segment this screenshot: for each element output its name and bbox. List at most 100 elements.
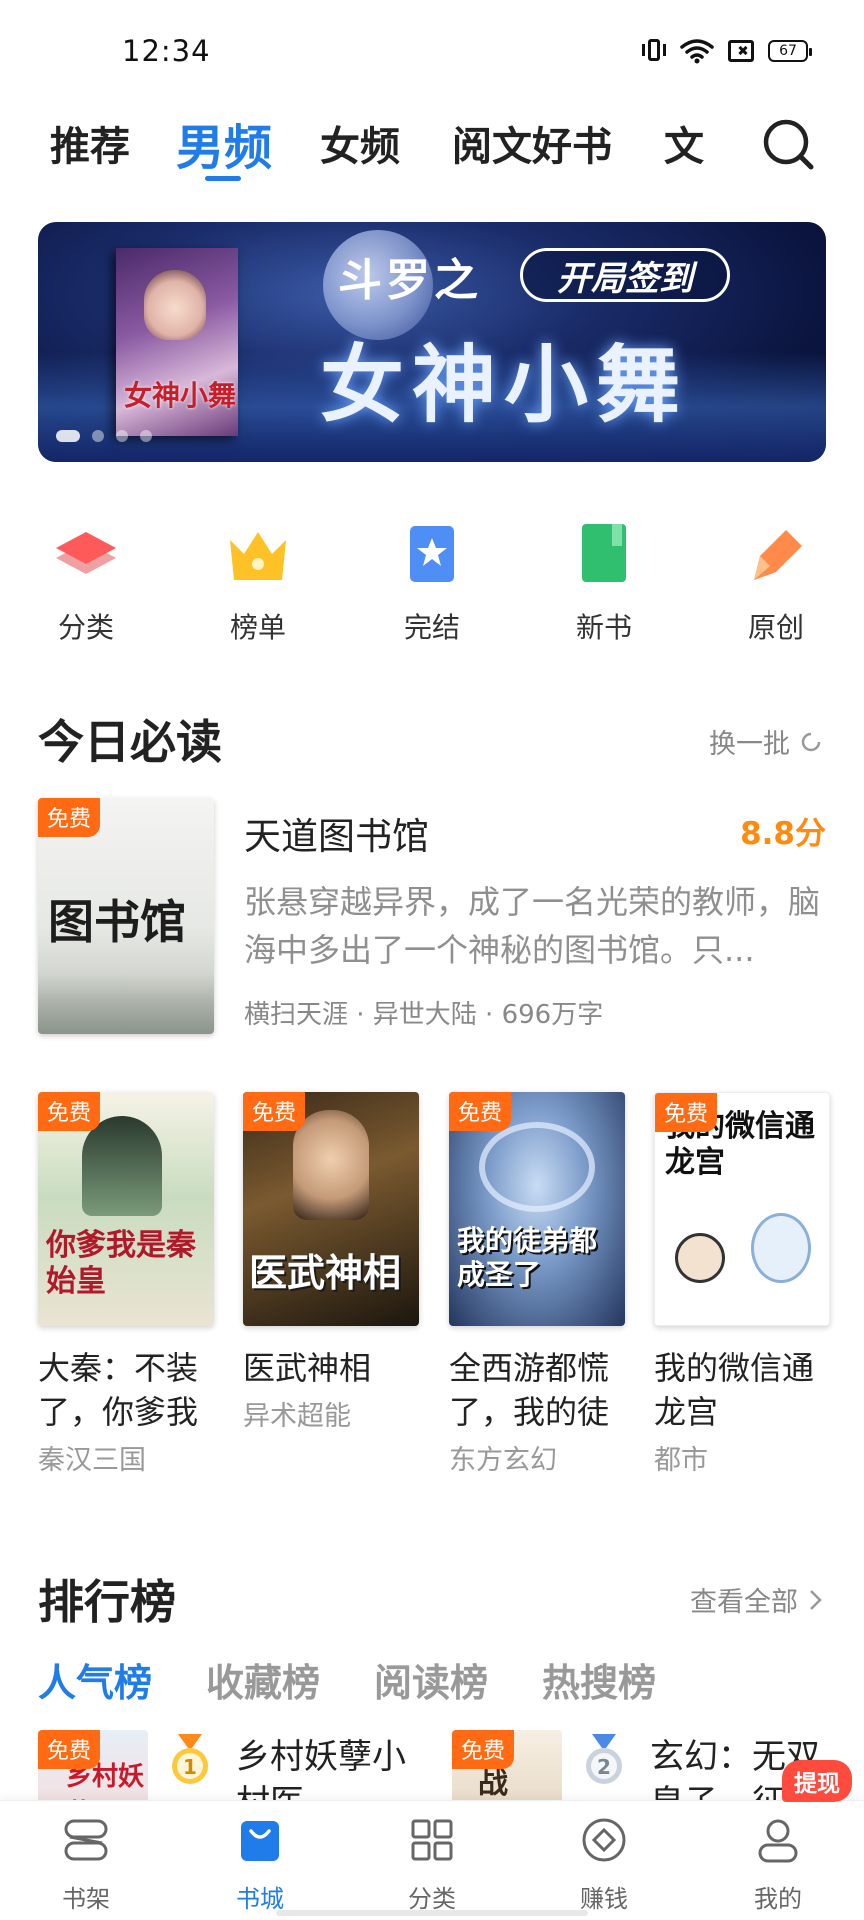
- quick-nav-original[interactable]: 原创: [716, 518, 836, 646]
- book-title: 大秦：不装了，你爹我: [38, 1349, 199, 1431]
- nav-label: 分类: [408, 1885, 456, 1913]
- cover-title: 医武神相: [249, 1250, 402, 1295]
- pagination-dot[interactable]: [140, 430, 152, 442]
- book-title: 医武神相: [243, 1349, 372, 1387]
- status-time: 12:34: [122, 34, 211, 68]
- banner-title: 女神小舞: [320, 335, 689, 434]
- book-genre: 异术超能: [243, 1401, 351, 1432]
- nav-category[interactable]: 分类: [382, 1815, 482, 1914]
- free-badge: 免费: [655, 1093, 718, 1132]
- withdraw-badge[interactable]: 提现: [782, 1760, 852, 1802]
- chevron-right-icon: [810, 1589, 822, 1610]
- nav-bookshelf[interactable]: 书架: [36, 1815, 136, 1914]
- layers-icon: [56, 532, 116, 574]
- featured-book[interactable]: 图书馆 免费 天道图书馆 8.8分 张悬穿越异界，成了一名光荣的教师，脑海中多出…: [38, 798, 828, 1034]
- no-sim-icon: [728, 40, 754, 62]
- silver-medal-icon: 2: [586, 1734, 622, 1784]
- book-title: 全西游都慌了，我的徒: [449, 1349, 610, 1431]
- quick-nav-category[interactable]: 分类: [26, 518, 146, 646]
- banner-pagination: [56, 430, 152, 442]
- book-meta: 横扫天涯 · 异世大陆 · 696万字: [244, 1000, 604, 1030]
- tab-collection[interactable]: 收藏榜: [206, 1652, 320, 1707]
- profile-icon: [758, 1819, 798, 1863]
- free-badge: 免费: [38, 1730, 101, 1769]
- cover-title: 我的徒弟都成圣了: [457, 1224, 598, 1291]
- ranking-tabs: 人气榜 收藏榜 阅读榜 热搜榜: [38, 1652, 656, 1707]
- banner-book-cover: 女神小舞: [116, 248, 238, 436]
- tab-hot-search[interactable]: 热搜榜: [542, 1652, 656, 1707]
- bookmark-star-icon: [410, 526, 454, 582]
- nav-label: 书架: [62, 1885, 110, 1913]
- cover-art: [675, 1233, 725, 1283]
- view-all-label: 查看全部: [690, 1587, 798, 1618]
- quick-nav-label: 原创: [747, 611, 804, 644]
- tab-recommend[interactable]: 推荐: [50, 114, 130, 172]
- tab-clipped[interactable]: 文: [664, 114, 714, 174]
- nav-label: 赚钱: [580, 1885, 628, 1913]
- section-title-ranking: 排行榜: [38, 1575, 176, 1629]
- search-icon[interactable]: [760, 116, 816, 172]
- cover-art: [479, 1122, 595, 1212]
- refresh-button[interactable]: 换一批: [709, 722, 824, 761]
- green-book-icon: [582, 524, 626, 582]
- book-card[interactable]: 我的徒弟都成圣了 免费 全西游都慌了，我的徒 东方玄幻: [449, 1092, 625, 1477]
- crown-icon: [230, 532, 286, 580]
- book-cover: 你爹我是秦始皇 免费: [38, 1092, 214, 1326]
- free-badge: 免费: [452, 1730, 515, 1769]
- book-genre: 都市: [654, 1445, 708, 1476]
- tab-popularity[interactable]: 人气榜: [38, 1652, 152, 1707]
- quick-nav-label: 分类: [57, 611, 114, 644]
- wifi-icon: [680, 39, 714, 64]
- tab-female[interactable]: 女频: [320, 114, 400, 172]
- quick-nav-new-books[interactable]: 新书: [544, 518, 664, 646]
- nav-label: 我的: [754, 1885, 802, 1913]
- vibrate-icon: [642, 38, 666, 64]
- tab-yuewen-good-books[interactable]: 阅文好书: [452, 114, 612, 172]
- free-badge: 免费: [243, 1092, 306, 1131]
- nav-bookstore[interactable]: 书城: [210, 1815, 310, 1914]
- cover-title: 图书馆: [48, 895, 186, 949]
- banner-pill: 开局签到: [520, 248, 730, 302]
- quick-nav: 分类 榜单 完结 新书 原创: [0, 518, 864, 648]
- coin-icon: [582, 1818, 626, 1862]
- battery-level: 67: [779, 43, 797, 59]
- book-score: 8.8分: [740, 816, 826, 852]
- gold-medal-icon: 1: [172, 1734, 208, 1784]
- free-badge: 免费: [38, 798, 101, 837]
- book-card[interactable]: 你爹我是秦始皇 免费 大秦：不装了，你爹我 秦汉三国: [38, 1092, 214, 1477]
- grid-icon: [411, 1819, 453, 1861]
- pagination-dot[interactable]: [92, 430, 104, 442]
- rank-number: 1: [183, 1755, 197, 1779]
- promo-banner[interactable]: 女神小舞 斗罗之 开局签到 女神小舞: [38, 222, 826, 462]
- nav-label: 书城: [236, 1885, 284, 1913]
- tab-reading[interactable]: 阅读榜: [374, 1652, 488, 1707]
- pagination-dot[interactable]: [56, 430, 80, 442]
- status-bar: 12:34 67: [0, 0, 864, 100]
- quick-nav-label: 新书: [575, 611, 632, 644]
- quick-nav-label: 完结: [403, 611, 460, 644]
- book-genre: 东方玄幻: [449, 1445, 557, 1476]
- nav-profile[interactable]: 我的: [728, 1815, 828, 1914]
- pagination-dot[interactable]: [116, 430, 128, 442]
- tab-clipped-label: 文: [664, 123, 704, 170]
- refresh-icon: [801, 732, 821, 751]
- cover-art: [751, 1213, 811, 1283]
- quick-nav-ranking[interactable]: 榜单: [198, 518, 318, 646]
- view-all-button[interactable]: 查看全部: [690, 1580, 824, 1619]
- quick-nav-completed[interactable]: 完结: [372, 518, 492, 646]
- book-title: 天道图书馆: [244, 815, 429, 858]
- home-indicator: [276, 1910, 588, 1916]
- book-card[interactable]: 医武神相 免费 医武神相 异术超能: [243, 1092, 419, 1433]
- book-card[interactable]: 我的微信通龙宫 免费 我的微信通龙宫 都市: [654, 1092, 830, 1477]
- nav-earn[interactable]: 赚钱: [554, 1815, 654, 1914]
- bookshelf-icon: [64, 1819, 108, 1861]
- book-title: 我的微信通龙宫: [654, 1349, 815, 1431]
- banner-cover-title: 女神小舞: [124, 379, 237, 412]
- pen-icon: [754, 530, 802, 580]
- cover-art: [82, 1116, 162, 1216]
- cover-title: 你爹我是秦始皇: [46, 1228, 196, 1299]
- status-icons: 67: [642, 38, 812, 64]
- banner-line1: 斗罗之: [338, 255, 482, 306]
- quick-nav-label: 榜单: [229, 611, 286, 644]
- tab-male[interactable]: 男频: [176, 108, 272, 178]
